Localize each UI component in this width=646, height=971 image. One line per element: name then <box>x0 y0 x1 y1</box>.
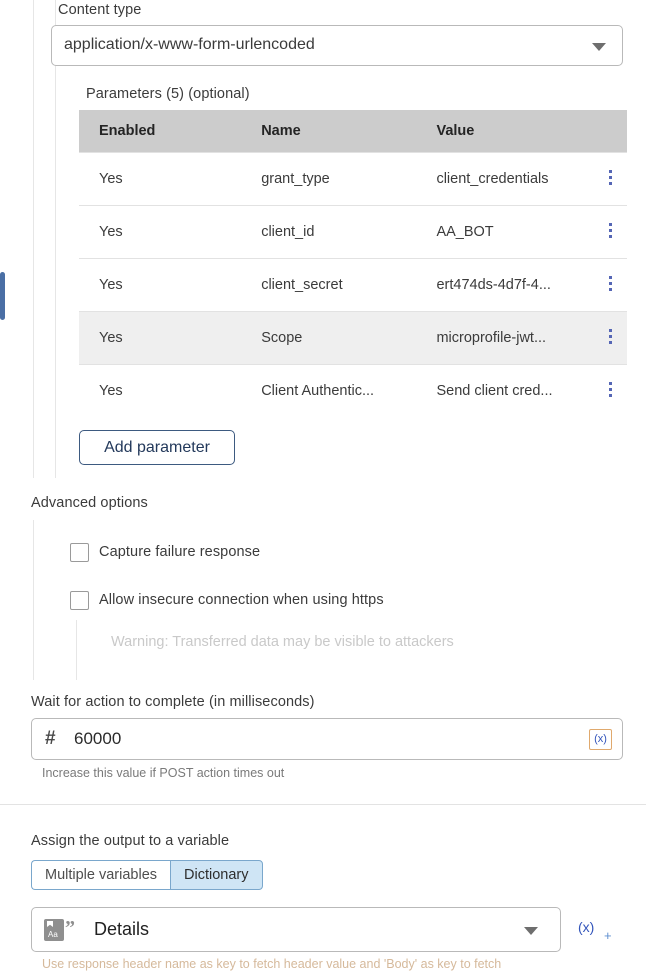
dictionary-variable-value: Details <box>94 919 150 939</box>
cell-name: client_id <box>241 205 417 259</box>
cell-value: client_credentials <box>416 152 594 206</box>
wait-for-action-value: 60000 <box>74 729 122 748</box>
insecure-connection-warning-text: Warning: Transferred data may be visible… <box>111 634 454 650</box>
kebab-menu-icon[interactable] <box>608 379 612 400</box>
allow-insecure-connection-checkbox[interactable] <box>70 591 89 610</box>
svg-text:”: ” <box>65 919 75 939</box>
cell-value: Send client cred... <box>416 364 594 417</box>
content-type-label: Content type <box>58 2 142 18</box>
column-header-menu <box>593 110 627 153</box>
content-type-value: application/x-www-form-urlencoded <box>64 36 315 53</box>
cell-value: microprofile-jwt... <box>416 311 594 365</box>
cell-name: grant_type <box>241 152 417 206</box>
table-row[interactable]: Yes client_secret ert474ds-4d7f-4... <box>79 258 627 312</box>
table-row[interactable]: Yes Client Authentic... Send client cred… <box>79 364 627 417</box>
guide-rail-advanced <box>33 520 34 680</box>
column-header-enabled: Enabled <box>79 110 242 153</box>
section-divider <box>0 804 646 805</box>
kebab-menu-icon[interactable] <box>608 273 612 294</box>
allow-insecure-connection-label: Allow insecure connection when using htt… <box>99 592 384 608</box>
kebab-menu-icon[interactable] <box>608 167 612 188</box>
insert-variable-button[interactable]: (x) <box>578 919 594 935</box>
cell-name: Client Authentic... <box>241 364 417 417</box>
wait-for-action-label: Wait for action to complete (in millisec… <box>31 694 315 710</box>
guide-rail-outer <box>33 0 34 478</box>
cell-enabled: Yes <box>79 152 242 206</box>
column-header-value: Value <box>416 110 594 153</box>
dictionary-variable-dropdown[interactable]: Aa ” Details <box>31 907 561 952</box>
cell-name: Scope <box>241 311 417 365</box>
add-variable-plus-icon[interactable]: + <box>604 928 612 943</box>
toggle-multiple-variables[interactable]: Multiple variables <box>31 860 171 890</box>
assign-output-label: Assign the output to a variable <box>31 833 230 849</box>
row-menu-button[interactable] <box>593 258 627 312</box>
svg-text:Aa: Aa <box>48 930 58 939</box>
table-row[interactable]: Yes client_id AA_BOT <box>79 205 627 259</box>
capture-failure-response-label: Capture failure response <box>99 544 261 560</box>
insert-variable-button[interactable]: (x) <box>589 729 612 750</box>
chevron-down-icon[interactable] <box>524 927 538 935</box>
cell-enabled: Yes <box>79 311 242 365</box>
dictionary-icon: Aa ” <box>44 917 88 941</box>
cell-enabled: Yes <box>79 364 242 417</box>
assign-output-help-text: Use response header name as key to fetch… <box>42 957 502 971</box>
table-row[interactable]: Yes grant_type client_credentials <box>79 152 627 206</box>
cell-enabled: Yes <box>79 205 242 259</box>
parameters-table: Enabled Name Value Yes grant_type client… <box>79 110 627 417</box>
toggle-dictionary[interactable]: Dictionary <box>170 860 263 890</box>
row-menu-button[interactable] <box>593 364 627 417</box>
assign-output-toggle-group[interactable]: Multiple variables Dictionary <box>31 860 263 890</box>
table-row[interactable]: Yes Scope microprofile-jwt... <box>79 311 627 365</box>
capture-failure-response-checkbox[interactable] <box>70 543 89 562</box>
hash-icon: # <box>45 728 56 749</box>
kebab-menu-icon[interactable] <box>608 326 612 347</box>
column-header-name: Name <box>241 110 417 153</box>
cell-value: ert474ds-4d7f-4... <box>416 258 594 312</box>
wait-for-action-help-text: Increase this value if POST action times… <box>42 766 285 780</box>
vertical-scrollbar-thumb[interactable] <box>0 272 5 320</box>
guide-rail-inner <box>55 0 56 478</box>
cell-value: AA_BOT <box>416 205 594 259</box>
guide-rail-warning <box>76 620 77 680</box>
parameters-section-label: Parameters (5) (optional) <box>86 86 250 102</box>
row-menu-button[interactable] <box>593 205 627 259</box>
chevron-down-icon[interactable] <box>592 43 606 51</box>
add-parameter-button[interactable]: Add parameter <box>79 430 235 465</box>
advanced-options-label: Advanced options <box>31 495 148 511</box>
row-menu-button[interactable] <box>593 152 627 206</box>
wait-for-action-input[interactable]: # 60000 (x) <box>31 718 623 760</box>
content-type-dropdown[interactable]: application/x-www-form-urlencoded <box>51 25 623 66</box>
cell-name: client_secret <box>241 258 417 312</box>
kebab-menu-icon[interactable] <box>608 220 612 241</box>
cell-enabled: Yes <box>79 258 242 312</box>
table-header-row: Enabled Name Value <box>79 110 627 153</box>
row-menu-button[interactable] <box>593 311 627 365</box>
